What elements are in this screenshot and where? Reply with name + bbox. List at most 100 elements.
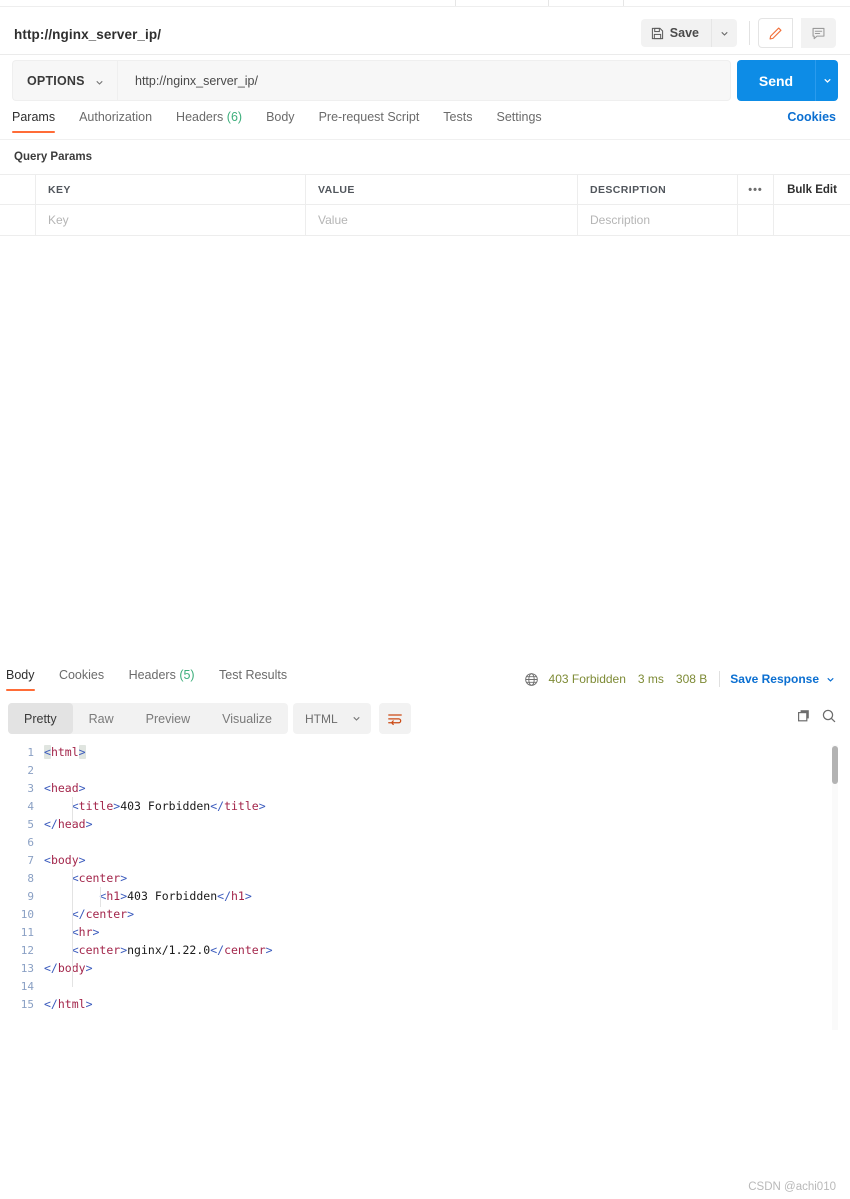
tab-pre-request-script[interactable]: Pre-request Script xyxy=(319,110,420,133)
response-tab-body[interactable]: Body xyxy=(6,668,35,691)
response-body-code-viewer[interactable]: 1 <html> 2 3 <head> 4 <title>403 Forbidden</t… xyxy=(0,743,850,1043)
chevron-down-icon xyxy=(94,77,105,88)
param-description-input[interactable]: Description xyxy=(578,205,738,235)
search-icon xyxy=(821,708,837,724)
copy-icon xyxy=(796,708,812,724)
row-checkbox[interactable] xyxy=(0,205,36,235)
line-number: 11 xyxy=(20,925,34,939)
tab-headers[interactable]: Headers (6) xyxy=(176,110,242,133)
tab-tests[interactable]: Tests xyxy=(443,110,472,133)
format-select[interactable]: HTML xyxy=(293,703,371,734)
response-tab-headers[interactable]: Headers (5) xyxy=(129,668,195,691)
tab-params-label: Params xyxy=(12,110,56,124)
table-header-row: KEY VALUE DESCRIPTION ••• Bulk Edit xyxy=(0,174,850,205)
param-value-input[interactable]: Value xyxy=(306,205,578,235)
column-header-description: DESCRIPTION xyxy=(578,175,738,204)
code-token: > xyxy=(265,943,273,957)
line-number: 5 xyxy=(27,817,34,831)
view-mode-raw[interactable]: Raw xyxy=(73,703,130,734)
code-token: > xyxy=(258,799,266,813)
code-token: title xyxy=(78,799,114,813)
view-mode-visualize[interactable]: Visualize xyxy=(206,703,288,734)
save-button[interactable]: Save xyxy=(640,19,711,47)
bulk-edit-button[interactable]: Bulk Edit xyxy=(774,175,850,204)
param-key-input[interactable]: Key xyxy=(36,205,306,235)
code-text: <html> xyxy=(44,745,86,759)
save-response-button[interactable]: Save Response xyxy=(730,672,819,686)
code-text: <title>403 Forbidden</title> xyxy=(44,799,266,813)
code-text: </head> xyxy=(44,817,93,831)
tab-body[interactable]: Body xyxy=(266,110,295,133)
code-token: html xyxy=(50,745,79,759)
code-token: center xyxy=(224,943,266,957)
code-token: > xyxy=(120,871,128,885)
code-text: </center> xyxy=(44,907,134,921)
response-tab-cookies-label: Cookies xyxy=(58,668,105,682)
send-button[interactable]: Send xyxy=(737,60,815,101)
globe-icon xyxy=(524,672,539,687)
response-tab-headers-count: (5) xyxy=(179,668,195,682)
meta-divider xyxy=(719,671,721,687)
tab-settings[interactable]: Settings xyxy=(496,110,541,133)
save-options-dropdown[interactable] xyxy=(711,19,737,47)
code-token: > xyxy=(244,889,252,903)
view-mode-pretty[interactable]: Pretty xyxy=(8,703,73,734)
url-input[interactable]: http://nginx_server_ip/ xyxy=(117,60,731,101)
code-scrollbar-track[interactable] xyxy=(832,745,838,1030)
format-select-value: HTML xyxy=(305,711,338,726)
search-button[interactable] xyxy=(821,708,837,724)
code-line: 15 </html> xyxy=(0,995,850,1013)
response-tab-cookies[interactable]: Cookies xyxy=(59,668,104,691)
code-text: <center> xyxy=(44,871,127,885)
code-line: 8 <center> xyxy=(0,869,850,887)
word-wrap-toggle[interactable] xyxy=(379,703,411,734)
code-token: center xyxy=(78,871,121,885)
tab-settings-label: Settings xyxy=(496,110,542,124)
code-token: > xyxy=(85,817,93,831)
code-text: <head> xyxy=(44,781,86,795)
floppy-disk-icon xyxy=(651,27,664,40)
code-token: 403 Forbidden xyxy=(127,889,218,903)
response-tab-test-results[interactable]: Test Results xyxy=(219,668,287,691)
code-token: < xyxy=(44,853,51,867)
tab-headers-count: (6) xyxy=(226,110,243,124)
code-token: center xyxy=(78,943,121,957)
code-token: title xyxy=(224,799,259,813)
tab-authorization[interactable]: Authorization xyxy=(79,110,152,133)
response-status: 403 Forbidden xyxy=(548,672,626,686)
send-options-dropdown[interactable] xyxy=(815,60,838,101)
row-spacer-cell xyxy=(774,205,850,235)
indent-guide xyxy=(72,869,73,987)
response-tab-headers-label: Headers xyxy=(128,668,176,682)
http-method-select[interactable]: OPTIONS xyxy=(12,60,117,101)
edit-request-button[interactable] xyxy=(758,18,793,48)
code-line: 4 <title>403 Forbidden</title> xyxy=(0,797,850,815)
code-token: > xyxy=(78,781,86,795)
table-row[interactable]: Key Value Description xyxy=(0,205,850,236)
code-token: < xyxy=(44,781,51,795)
request-body-empty-area xyxy=(0,237,850,662)
code-token: body xyxy=(50,853,79,867)
code-text: <body> xyxy=(44,853,86,867)
code-token: < xyxy=(44,745,51,759)
cookies-link[interactable]: Cookies xyxy=(787,110,836,124)
comment-button[interactable] xyxy=(801,18,836,48)
code-token: </ xyxy=(44,817,58,831)
query-params-table: KEY VALUE DESCRIPTION ••• Bulk Edit Key … xyxy=(0,174,850,236)
code-token: > xyxy=(92,925,100,939)
chevron-down-icon xyxy=(822,75,833,86)
chevron-down-icon xyxy=(719,28,730,39)
ellipsis-icon[interactable]: ••• xyxy=(738,175,774,204)
code-line: 1 <html> xyxy=(0,743,850,761)
chevron-down-icon[interactable] xyxy=(825,674,836,685)
tab-headers-label: Headers xyxy=(176,110,224,124)
code-scrollbar-thumb[interactable] xyxy=(832,746,838,784)
toolbar-divider xyxy=(749,21,750,45)
tab-params[interactable]: Params xyxy=(12,110,56,133)
view-mode-preview[interactable]: Preview xyxy=(130,703,206,734)
copy-button[interactable] xyxy=(796,708,812,724)
code-line: 3 <head> xyxy=(0,779,850,797)
select-all-cell[interactable] xyxy=(0,175,36,204)
